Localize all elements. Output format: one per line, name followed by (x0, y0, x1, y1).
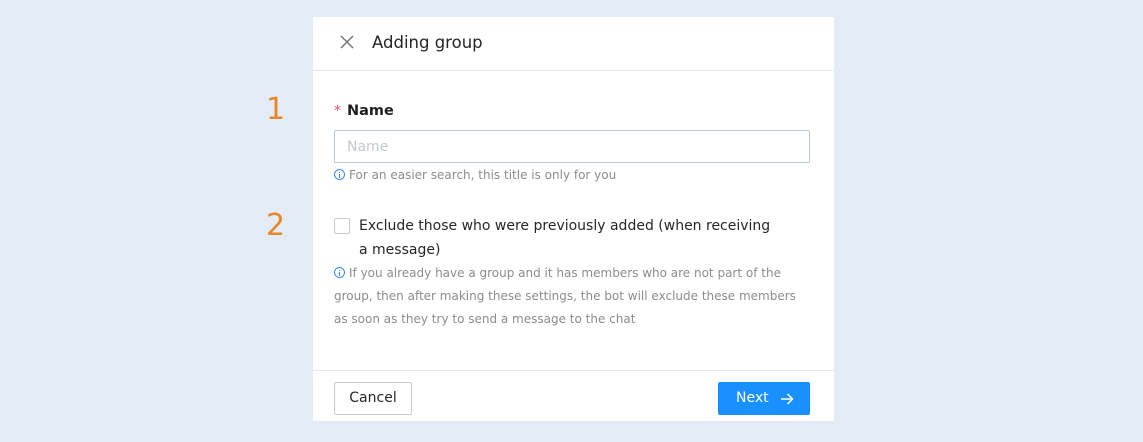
name-label-text: Name (347, 103, 394, 119)
exclude-hint-text: If you already have a group and it has m… (334, 266, 796, 326)
next-button[interactable]: Next (718, 382, 810, 415)
arrow-right-icon (781, 393, 794, 405)
info-icon (334, 169, 345, 180)
name-input[interactable] (334, 130, 810, 163)
close-icon[interactable] (339, 34, 355, 50)
dialog-header: Adding group (313, 17, 834, 71)
exclude-checkbox[interactable] (334, 218, 350, 234)
info-icon (334, 267, 345, 278)
exclude-checkbox-label[interactable]: Exclude those who were previously added … (359, 214, 779, 262)
add-group-dialog: Adding group * Name For an easier search,… (313, 17, 834, 421)
dialog-title: Adding group (372, 33, 483, 52)
dialog-footer: Cancel Next (313, 370, 834, 421)
name-hint-text: For an easier search, this title is only… (349, 168, 617, 182)
next-button-label: Next (736, 390, 769, 406)
name-hint: For an easier search, this title is only… (334, 164, 810, 187)
exclude-hint: If you already have a group and it has m… (334, 262, 810, 331)
cancel-button[interactable]: Cancel (334, 382, 412, 415)
step-number-2: 2 (266, 208, 286, 243)
step-number-1: 1 (266, 92, 286, 127)
name-field-label: * Name (334, 101, 394, 121)
required-marker: * (334, 103, 341, 119)
